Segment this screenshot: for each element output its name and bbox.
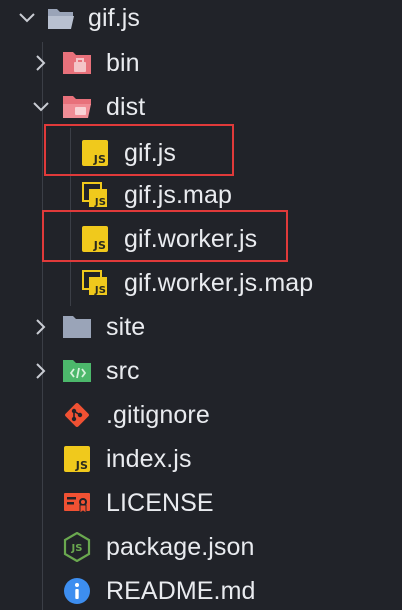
tree-item-gif-js-map[interactable]: JS gif.js.map <box>0 173 402 217</box>
tree-item-label: site <box>106 313 146 341</box>
js-file-icon: JS <box>80 224 110 254</box>
file-explorer-tree: gif.js bin dist JS gif.js JS gif.js.map … <box>0 0 402 610</box>
tree-root-gif-js[interactable]: gif.js <box>0 0 402 40</box>
tree-item-label: gif.worker.js.map <box>124 269 314 297</box>
tree-item-label: README.md <box>106 577 256 605</box>
tree-item-gif-worker-js-map[interactable]: JS gif.worker.js.map <box>0 261 402 305</box>
js-map-file-icon: JS <box>80 180 110 210</box>
tree-item-label: dist <box>106 93 146 121</box>
tree-item-label: package.json <box>106 533 255 561</box>
js-map-file-icon: JS <box>80 268 110 298</box>
tree-item-src[interactable]: src <box>0 349 402 393</box>
tree-root-label: gif.js <box>88 4 141 32</box>
svg-text:JS: JS <box>94 285 106 296</box>
bin-folder-icon <box>62 48 92 78</box>
tree-item-label: .gitignore <box>106 401 210 429</box>
chevron-down-icon[interactable] <box>18 9 36 27</box>
tree-item-license[interactable]: LICENSE <box>0 481 402 525</box>
tree-item-gif-worker-js[interactable]: JS gif.worker.js <box>0 217 402 261</box>
tree-item-gitignore[interactable]: .gitignore <box>0 393 402 437</box>
info-icon <box>62 576 92 606</box>
tree-item-dist[interactable]: dist <box>0 85 402 129</box>
chevron-down-icon[interactable] <box>32 98 50 116</box>
tree-item-site[interactable]: site <box>0 305 402 349</box>
license-icon <box>62 488 92 518</box>
tree-item-label: gif.worker.js <box>124 225 258 253</box>
chevron-right-icon[interactable] <box>32 54 50 72</box>
svg-text:JS: JS <box>94 197 106 208</box>
dist-folder-icon <box>62 92 92 122</box>
tree-item-label: gif.js <box>124 139 177 167</box>
tree-item-readme[interactable]: README.md <box>0 569 402 610</box>
git-icon <box>62 400 92 430</box>
tree-item-label: LICENSE <box>106 489 214 517</box>
tree-item-label: gif.js.map <box>124 181 232 209</box>
chevron-right-icon[interactable] <box>32 318 50 336</box>
js-file-icon: JS <box>80 138 110 168</box>
tree-item-label: bin <box>106 49 140 77</box>
tree-item-package-json[interactable]: JS package.json <box>0 525 402 569</box>
chevron-right-icon[interactable] <box>32 362 50 380</box>
svg-text:JS: JS <box>70 543 82 554</box>
nodejs-icon: JS <box>62 532 92 562</box>
tree-item-label: src <box>106 357 140 385</box>
folder-open-icon <box>46 3 76 33</box>
src-folder-icon <box>62 356 92 386</box>
tree-item-index-js[interactable]: JS index.js <box>0 437 402 481</box>
folder-icon <box>62 312 92 342</box>
js-file-icon: JS <box>62 444 92 474</box>
tree-item-dist-gif-js[interactable]: JS gif.js <box>0 131 402 175</box>
tree-item-label: index.js <box>106 445 192 473</box>
tree-item-bin[interactable]: bin <box>0 41 402 85</box>
